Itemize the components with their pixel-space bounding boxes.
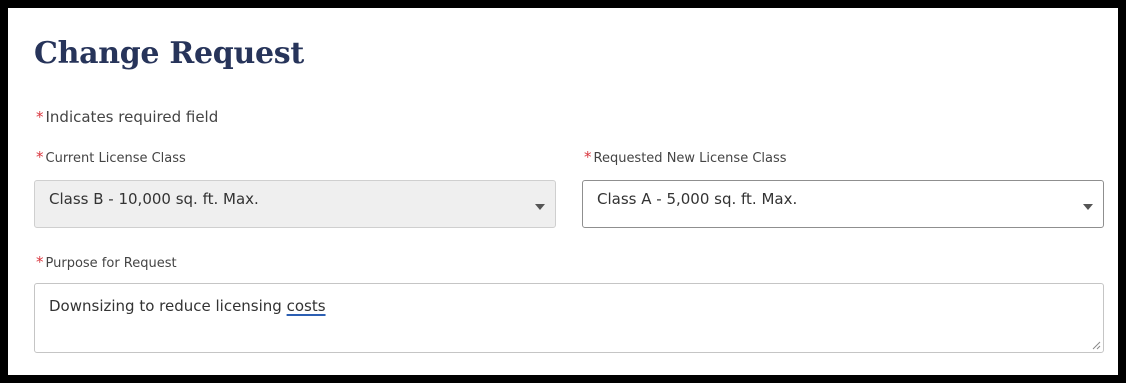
required-asterisk: * — [36, 253, 44, 271]
spellcheck-flagged-word: costs — [286, 297, 326, 315]
chevron-down-icon — [1083, 204, 1093, 210]
page-title: Change Request — [34, 36, 304, 71]
requested-license-class-select[interactable]: Class A - 5,000 sq. ft. Max. — [582, 180, 1104, 228]
purpose-label-text: Purpose for Request — [45, 256, 177, 271]
required-note-text: Indicates required field — [45, 108, 219, 126]
purpose-label: * Purpose for Request — [36, 253, 177, 271]
current-license-class-label-text: Current License Class — [45, 151, 186, 166]
current-license-class-select[interactable]: Class B - 10,000 sq. ft. Max. — [34, 180, 556, 228]
resize-handle-icon[interactable] — [1092, 341, 1101, 350]
change-request-panel: Change Request * Indicates required field… — [8, 8, 1118, 375]
current-license-class-label: * Current License Class — [36, 148, 186, 166]
required-asterisk: * — [36, 108, 44, 126]
required-asterisk: * — [584, 148, 592, 166]
chevron-down-icon — [535, 204, 545, 210]
current-license-class-value: Class B - 10,000 sq. ft. Max. — [49, 190, 259, 208]
requested-license-class-value: Class A - 5,000 sq. ft. Max. — [597, 190, 798, 208]
required-asterisk: * — [36, 148, 44, 166]
requested-license-class-label: * Requested New License Class — [584, 148, 787, 166]
requested-license-class-label-text: Requested New License Class — [593, 151, 787, 166]
purpose-text: Downsizing to reduce licensing — [49, 297, 287, 315]
required-field-note: * Indicates required field — [36, 108, 218, 126]
purpose-textarea[interactable]: Downsizing to reduce licensing costs — [34, 283, 1104, 353]
